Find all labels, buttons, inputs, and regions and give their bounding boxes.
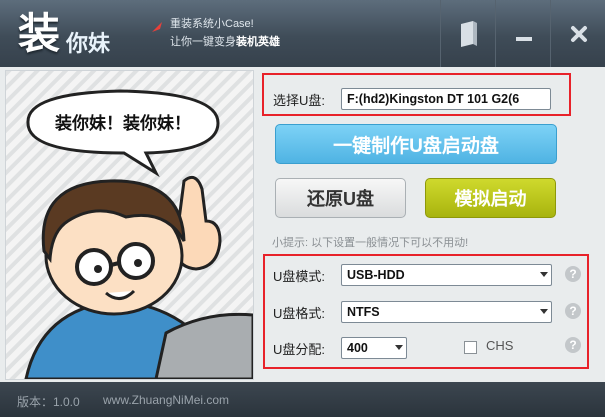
usb-partition-help-icon[interactable]: ?: [565, 337, 581, 353]
usb-select-dropdown[interactable]: F:(hd2)Kingston DT 101 G2(6: [341, 88, 551, 110]
make-boot-disk-button[interactable]: 一键制作U盘启动盘: [275, 124, 557, 164]
close-icon: [570, 25, 587, 42]
slogan-line-2: 让你一键变身装机英雄: [170, 33, 280, 51]
chs-checkbox[interactable]: [464, 341, 477, 354]
chevron-down-icon: [395, 345, 403, 350]
usb-partition-label: U盘分配:: [273, 342, 326, 357]
usb-mode-dropdown[interactable]: USB-HDD: [341, 264, 552, 286]
usb-mode-help-icon[interactable]: ?: [565, 266, 581, 282]
minimize-button[interactable]: [495, 0, 551, 67]
status-bar: 版本：1.0.0 www.ZhuangNiMei.com: [0, 382, 605, 417]
title-bar: 装 你妹 重装系统小Case! 让你一键变身装机英雄: [0, 0, 605, 67]
restore-usb-label: 还原U盘: [307, 189, 374, 209]
slogan-line-1: 重装系统小Case!: [170, 18, 254, 30]
app-window: 装 你妹 重装系统小Case! 让你一键变身装机英雄 装你妹！装你妹！ 选择U盘…: [0, 0, 605, 417]
usb-select-label: 选择U盘:: [273, 93, 326, 108]
make-boot-disk-label: 一键制作U盘启动盘: [333, 135, 499, 157]
slogan-prefix: 让你一键变身: [170, 36, 236, 48]
hint-text: 小提示: 以下设置一般情况下可以不用动!: [272, 237, 469, 249]
cartoon-figure-icon: 装你妹！装你妹！: [6, 71, 253, 379]
usb-format-dropdown[interactable]: NTFS: [341, 301, 552, 323]
simulate-boot-button[interactable]: 模拟启动: [425, 178, 556, 218]
chs-label: CHS: [486, 338, 514, 353]
website-link[interactable]: www.ZhuangNiMei.com: [103, 393, 229, 407]
skin-icon: [460, 20, 477, 47]
simulate-boot-label: 模拟启动: [454, 189, 527, 209]
chevron-down-icon: [540, 309, 548, 314]
chevron-down-icon: [540, 272, 548, 277]
restore-usb-button[interactable]: 还原U盘: [275, 178, 406, 218]
slogan-bold: 装机英雄: [236, 36, 280, 48]
cartoon-illustration: 装你妹！装你妹！: [5, 70, 254, 380]
usb-format-label: U盘格式:: [273, 306, 326, 321]
usb-mode-value: USB-HDD: [347, 268, 405, 282]
app-logo: 装 你妹: [18, 6, 162, 62]
usb-select-value: F:(hd2)Kingston DT 101 G2(6: [347, 92, 520, 106]
skin-button[interactable]: [440, 0, 496, 67]
logo-accent-icon: [152, 22, 162, 32]
usb-format-help-icon[interactable]: ?: [565, 303, 581, 319]
speech-text: 装你妹！装你妹！: [54, 113, 191, 134]
version-text: 版本：1.0.0: [17, 395, 80, 409]
usb-partition-dropdown[interactable]: 400: [341, 337, 407, 359]
slogan: 重装系统小Case! 让你一键变身装机英雄: [170, 15, 280, 51]
usb-partition-value: 400: [347, 341, 368, 355]
usb-mode-label: U盘模式:: [273, 269, 326, 284]
minimize-icon: [515, 36, 532, 41]
close-button[interactable]: [550, 0, 605, 67]
logo-big-char: 装: [18, 9, 60, 58]
logo-small-text: 你妹: [66, 32, 111, 57]
usb-format-value: NTFS: [347, 305, 380, 319]
